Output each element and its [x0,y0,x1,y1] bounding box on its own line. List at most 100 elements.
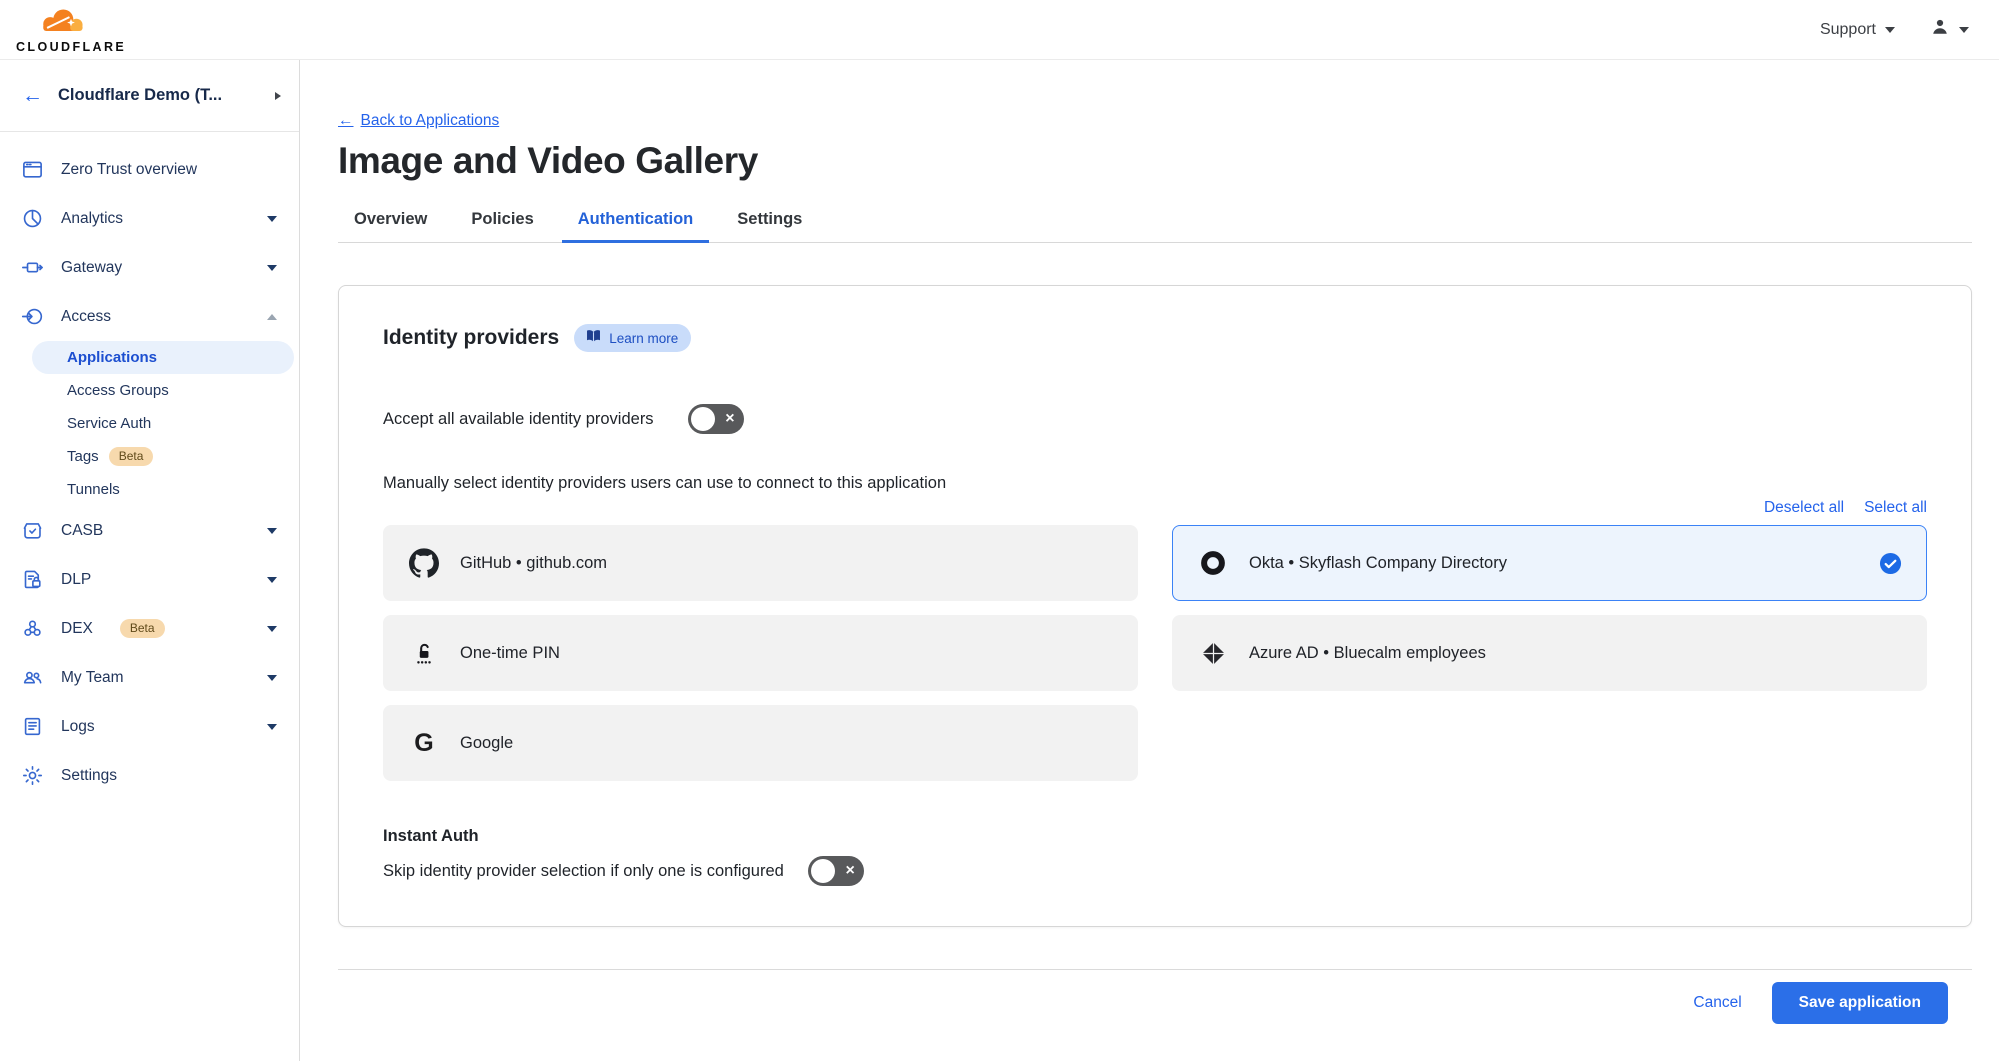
identity-providers-heading: Identity providers [383,326,559,350]
sidebar-item-tags[interactable]: Tags Beta [32,440,294,473]
chevron-down-icon [267,626,277,632]
sidebar-item-settings[interactable]: Settings [0,751,299,800]
okta-icon [1198,548,1228,578]
sidebar-nav: Zero Trust overview Analytics Gateway [0,132,299,800]
provider-label: Azure AD • Bluecalm employees [1249,644,1486,663]
sidebar-item-label: Tags [67,448,99,465]
azure-ad-icon [1198,640,1228,667]
provider-azure-ad[interactable]: Azure AD • Bluecalm employees [1172,615,1927,691]
sidebar: ← Cloudflare Demo (T... Zero Trust overv… [0,60,300,1061]
casb-box-check-icon [20,519,44,543]
provider-github[interactable]: GitHub • github.com [383,525,1138,601]
sidebar-item-label: Tunnels [67,481,120,498]
support-label: Support [1820,21,1876,39]
beta-badge: Beta [109,447,154,466]
chevron-right-icon [275,92,281,100]
google-g-icon: G [409,729,439,758]
sidebar-item-label: DLP [61,571,91,589]
tab-policies[interactable]: Policies [455,200,549,243]
back-link-label: Back to Applications [361,112,500,130]
back-arrow-icon: ← [338,112,354,130]
chevron-up-icon [267,314,277,320]
back-to-applications-link[interactable]: ← Back to Applications [338,112,499,130]
back-arrow-icon[interactable]: ← [22,85,43,106]
padlock-pin-icon [409,639,439,667]
book-icon [585,329,602,347]
cluster-icon [20,617,44,641]
sidebar-item-my-team[interactable]: My Team [0,653,299,702]
provider-label: Google [460,734,513,753]
sidebar-item-label: DEX [61,620,93,638]
sidebar-item-label: My Team [61,669,124,687]
sidebar-item-logs[interactable]: Logs [0,702,299,751]
footer-actions: Cancel Save application [338,982,1972,1024]
sidebar-item-applications[interactable]: Applications [32,341,294,374]
provider-grid: GitHub • github.com Okta • Skyflash Comp… [383,525,1927,781]
sidebar-item-access-groups[interactable]: Access Groups [32,374,294,407]
provider-one-time-pin[interactable]: One-time PIN [383,615,1138,691]
selection-links: Deselect all Select all [383,499,1927,517]
provider-label: Okta • Skyflash Company Directory [1249,554,1507,573]
gateway-icon [20,256,44,280]
provider-okta[interactable]: Okta • Skyflash Company Directory [1172,525,1927,601]
sidebar-item-label: Gateway [61,259,122,277]
sidebar-item-gateway[interactable]: Gateway [0,243,299,292]
tab-authentication[interactable]: Authentication [562,200,710,243]
deselect-all-link[interactable]: Deselect all [1764,499,1844,517]
chevron-down-icon [267,265,277,271]
sidebar-item-service-auth[interactable]: Service Auth [32,407,294,440]
accept-all-toggle[interactable]: × [688,404,744,434]
sidebar-item-dex[interactable]: DEX Beta [0,604,299,653]
cloudflare-wordmark: CLOUDFLARE [16,41,126,54]
toggle-off-x-icon: × [845,863,854,879]
identity-providers-card: Identity providers Learn more Accept all… [338,285,1972,927]
save-application-button[interactable]: Save application [1772,982,1948,1024]
instant-auth-toggle[interactable]: × [808,856,864,886]
selected-check-icon [1879,552,1902,575]
topbar: CLOUDFLARE Support [0,0,1999,60]
sidebar-item-label: Access Groups [67,382,169,399]
chevron-down-icon [1959,27,1969,33]
sidebar-item-dlp[interactable]: DLP [0,555,299,604]
github-icon [409,548,439,578]
cloudflare-logo[interactable]: CLOUDFLARE [16,6,126,54]
chevron-down-icon [267,528,277,534]
learn-more-badge[interactable]: Learn more [574,324,691,352]
toggle-knob [811,859,835,883]
sidebar-item-label: Logs [61,718,95,736]
support-menu[interactable]: Support [1820,21,1895,39]
sidebar-item-analytics[interactable]: Analytics [0,194,299,243]
page-title: Image and Video Gallery [338,140,1972,182]
sidebar-item-casb[interactable]: CASB [0,506,299,555]
sidebar-item-label: Applications [67,349,157,366]
document-lock-icon [20,568,44,592]
beta-badge: Beta [120,619,165,638]
sidebar-item-access[interactable]: Access [0,292,299,341]
footer-divider [338,969,1972,970]
sidebar-item-label: Zero Trust overview [61,161,197,179]
pie-chart-icon [20,207,44,231]
sidebar-item-label: Service Auth [67,415,151,432]
account-menu[interactable] [1929,16,1969,43]
sidebar-item-tunnels[interactable]: Tunnels [32,473,294,506]
sidebar-item-label: Settings [61,767,117,785]
chevron-down-icon [1885,27,1895,33]
tab-settings[interactable]: Settings [721,200,818,243]
sidebar-item-zero-trust-overview[interactable]: Zero Trust overview [0,145,299,194]
instant-auth-label: Skip identity provider selection if only… [383,862,784,881]
select-all-link[interactable]: Select all [1864,499,1927,517]
chevron-down-icon [267,216,277,222]
cloudflare-cloud-icon [34,6,108,40]
chevron-down-icon [267,724,277,730]
people-icon [20,666,44,690]
user-icon [1929,16,1951,43]
account-switcher[interactable]: ← Cloudflare Demo (T... [0,60,299,132]
tab-overview[interactable]: Overview [338,200,443,243]
provider-label: One-time PIN [460,644,560,663]
main-content: ← Back to Applications Image and Video G… [300,60,1999,1061]
instant-auth-heading: Instant Auth [383,827,1927,846]
provider-google[interactable]: G Google [383,705,1138,781]
log-document-icon [20,715,44,739]
cancel-button[interactable]: Cancel [1693,994,1741,1012]
learn-more-label: Learn more [609,331,678,346]
